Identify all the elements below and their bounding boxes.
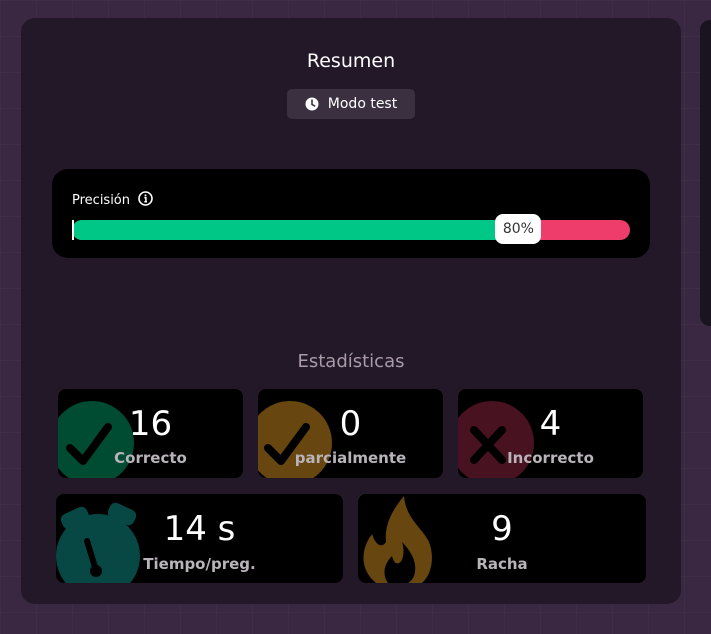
precision-percent-badge: 80% bbox=[495, 214, 542, 244]
side-panel-edge bbox=[700, 20, 711, 326]
precision-bar: 80% bbox=[72, 214, 630, 244]
stat-streak-label: Racha bbox=[476, 555, 528, 573]
precision-card: Precisión 80% bbox=[52, 169, 650, 258]
summary-panel: Resumen Modo test Precisión 80% Estadíst… bbox=[21, 18, 681, 604]
stat-incorrect-label: Incorrecto bbox=[507, 449, 594, 467]
stat-streak: 9 Racha bbox=[358, 494, 646, 583]
stat-partial-label: parcialmente bbox=[294, 449, 407, 467]
precision-bar-start bbox=[72, 220, 74, 240]
stat-incorrect: 4 Incorrecto bbox=[458, 389, 643, 478]
stats-title: Estadísticas bbox=[297, 351, 405, 372]
stat-incorrect-value: 4 bbox=[539, 404, 562, 444]
clock-icon bbox=[305, 97, 319, 111]
stat-correct-label: Correcto bbox=[114, 449, 187, 467]
mode-badge[interactable]: Modo test bbox=[287, 89, 415, 119]
precision-header: Precisión bbox=[72, 191, 153, 210]
stat-partial: 0 parcialmente bbox=[258, 389, 443, 478]
stat-time: 14 s Tiempo/preg. bbox=[56, 494, 343, 583]
info-icon[interactable] bbox=[138, 191, 153, 210]
stat-streak-value: 9 bbox=[491, 509, 513, 549]
stat-correct-value: 16 bbox=[128, 404, 173, 444]
page-title: Resumen bbox=[306, 50, 396, 72]
mode-label: Modo test bbox=[327, 96, 398, 112]
stat-partial-value: 0 bbox=[339, 404, 362, 444]
stat-time-value: 14 s bbox=[163, 509, 236, 549]
precision-bar-correct bbox=[72, 220, 519, 240]
stat-time-label: Tiempo/preg. bbox=[143, 555, 256, 573]
stat-correct: 16 Correcto bbox=[58, 389, 243, 478]
precision-label: Precisión bbox=[72, 193, 131, 208]
